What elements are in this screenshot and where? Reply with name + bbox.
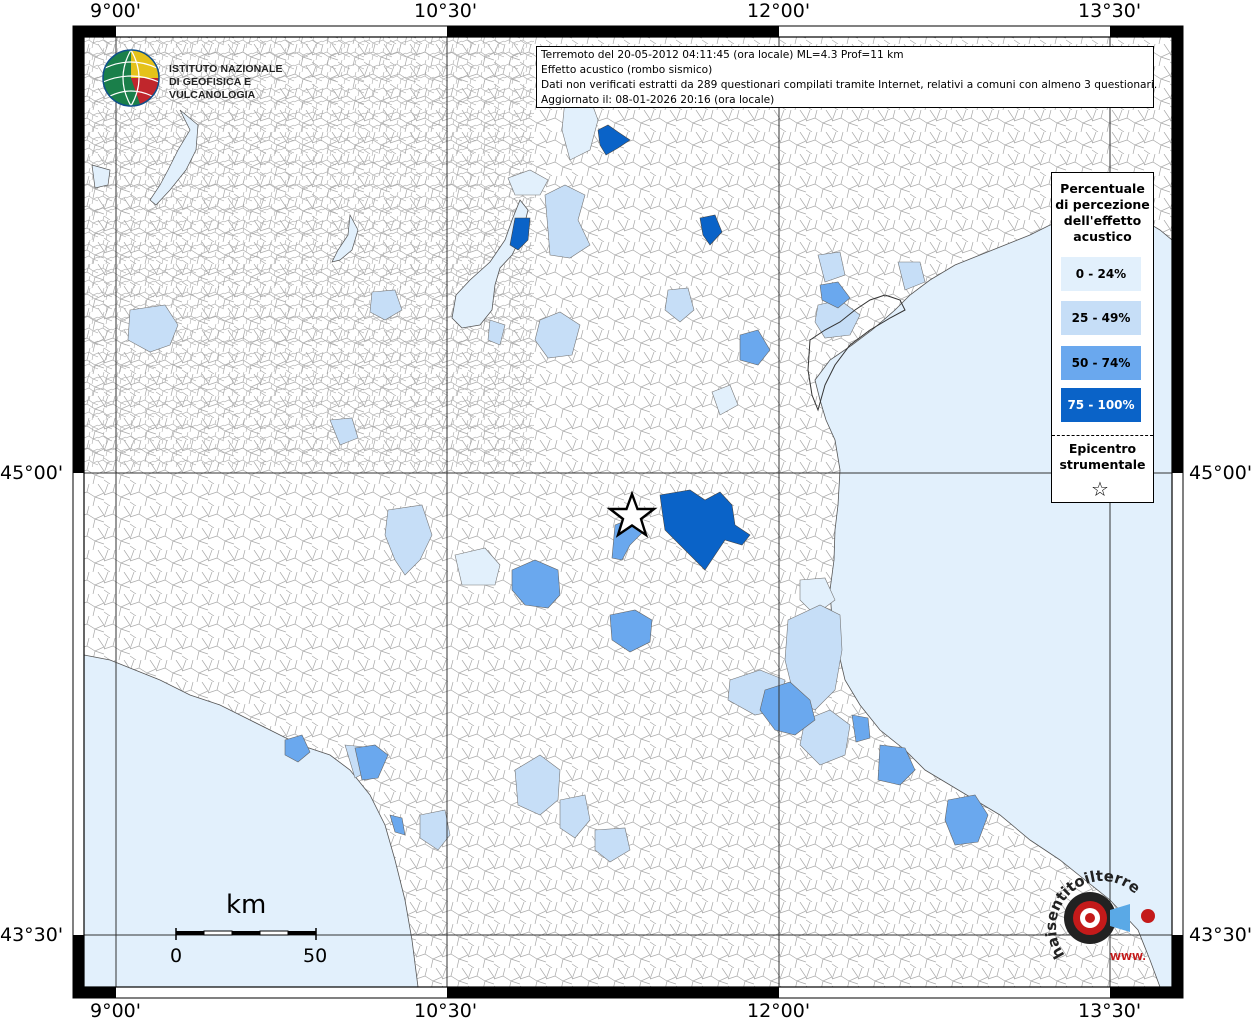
scale-bar: km 0 50 — [160, 890, 340, 980]
bottom-lon-label-3: 12°00' — [747, 1000, 811, 1022]
event-data-note: Dati non verificati estratti da 289 ques… — [541, 79, 1158, 91]
scale-end: 50 — [303, 945, 328, 967]
legend-item-75-100: 75 - 100% — [1061, 388, 1141, 422]
legend-title-line3: dell'effetto — [1063, 213, 1142, 228]
legend-item-0-24: 0 - 24% — [1061, 257, 1141, 291]
ingv-name: ISTITUTO NAZIONALE DI GEOFISICA E VULCAN… — [169, 63, 320, 102]
bottom-lon-label-2: 10°30' — [414, 1000, 478, 1022]
right-lat-label-2: 43°30' — [1189, 924, 1253, 946]
left-lat-label-1: 45°00' — [0, 462, 64, 484]
legend: Percentuale di percezione dell'effetto a… — [1051, 172, 1154, 503]
legend-epicenter-label: Epicentro strumentale — [1052, 441, 1153, 473]
scale-start: 0 — [170, 945, 183, 967]
scale-unit: km — [226, 890, 267, 920]
epicenter-star-icon: ☆ — [1091, 477, 1109, 501]
top-lon-label-1: 9°00' — [90, 0, 141, 22]
bottom-lon-label-4: 13°30' — [1078, 1000, 1142, 1022]
ingv-name-line2: DI GEOFISICA E VULCANOLOGIA — [169, 76, 256, 101]
legend-epicenter-line2: strumentale — [1059, 457, 1146, 472]
event-effect: Effetto acustico (rombo sismico) — [541, 64, 713, 76]
ingv-logo: ISTITUTO NAZIONALE DI GEOFISICA E VULCAN… — [100, 48, 320, 108]
legend-item-25-49: 25 - 49% — [1061, 301, 1141, 335]
haisentito-www: WWW. — [1110, 952, 1146, 963]
haisentito-logo: haisentitoilterremoto.it WWW. — [1032, 846, 1170, 980]
right-lat-label-1: 45°00' — [1189, 462, 1253, 484]
event-title: Terremoto del 20-05-2012 04:11:45 (ora l… — [541, 49, 904, 61]
legend-title-line1: Percentuale — [1060, 181, 1145, 196]
left-lat-label-2: 43°30' — [0, 924, 64, 946]
legend-title-line4: acustico — [1073, 229, 1132, 244]
top-lon-label-4: 13°30' — [1078, 0, 1142, 22]
ingv-globe-icon — [102, 49, 160, 107]
legend-title-line2: di percezione — [1055, 197, 1150, 212]
event-info-box: Terremoto del 20-05-2012 04:11:45 (ora l… — [536, 46, 1158, 108]
event-updated: Aggiornato il: 08-01-2026 20:16 (ora loc… — [541, 94, 775, 106]
ingv-name-line1: ISTITUTO NAZIONALE — [169, 63, 283, 75]
legend-divider — [1052, 435, 1153, 436]
haisentito-target-icon: haisentitoilterremoto.it WWW. — [1032, 846, 1155, 963]
legend-title: Percentuale di percezione dell'effetto a… — [1052, 181, 1153, 245]
scale-bar-graphic — [175, 928, 317, 940]
bottom-lon-label-1: 9°00' — [90, 1000, 141, 1022]
legend-epicenter-line1: Epicentro — [1068, 441, 1137, 456]
top-lon-label-2: 10°30' — [414, 0, 478, 22]
legend-item-50-74: 50 - 74% — [1061, 346, 1141, 380]
top-lon-label-3: 12°00' — [747, 0, 811, 22]
